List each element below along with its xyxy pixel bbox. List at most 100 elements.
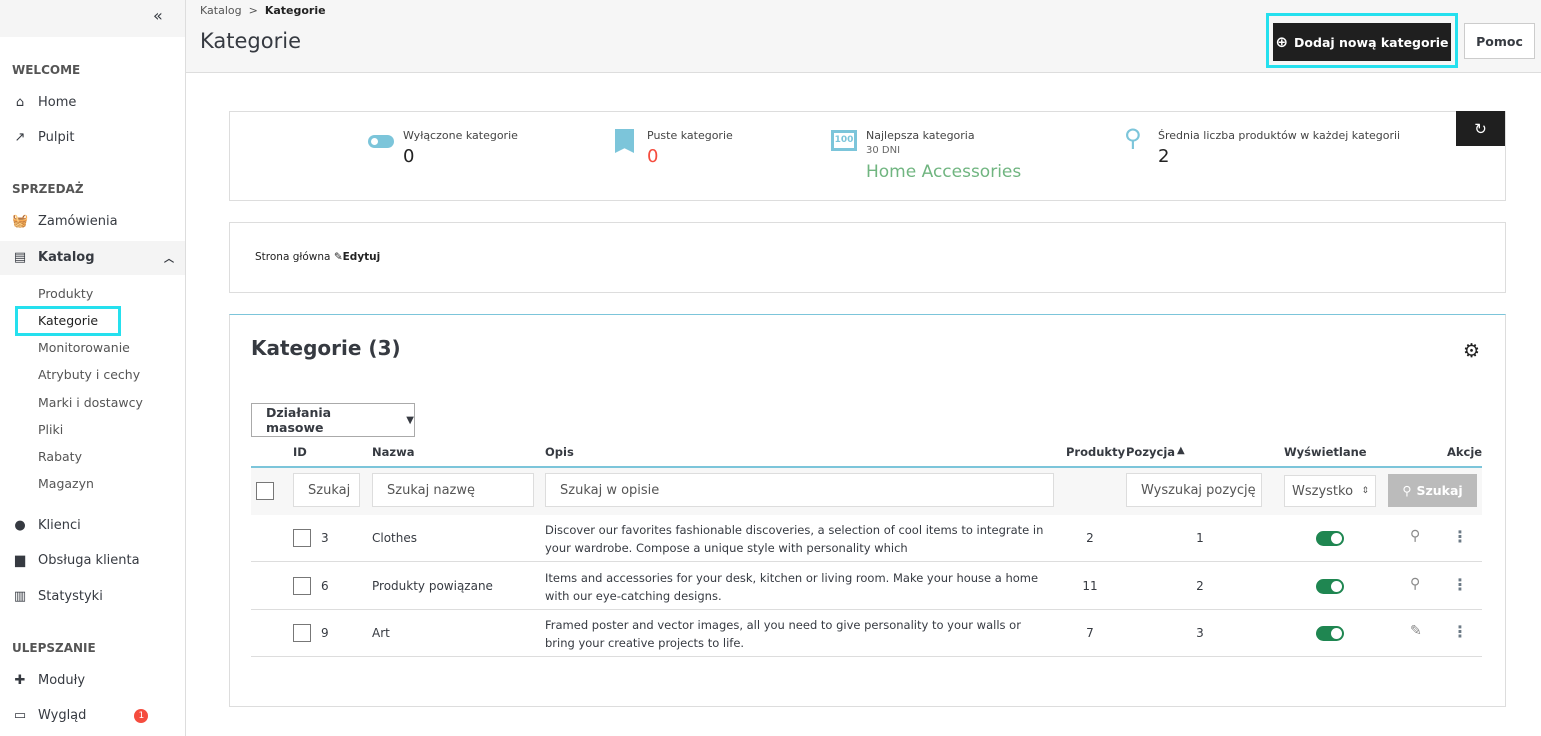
- row-id: 9: [321, 626, 329, 640]
- col-displayed[interactable]: Wyświetlane: [1284, 445, 1367, 459]
- col-desc[interactable]: Opis: [545, 445, 574, 459]
- notification-badge: 1: [134, 708, 149, 723]
- search-icon: ⚲: [1402, 483, 1412, 498]
- col-products[interactable]: Produkty: [1066, 445, 1125, 459]
- help-button[interactable]: Pomoc: [1464, 23, 1535, 59]
- kpi-label: Wyłączone kategorie: [403, 129, 518, 142]
- breadcrumb-catalog[interactable]: Katalog: [200, 4, 242, 17]
- id-filter-input[interactable]: Szukaj: [293, 473, 360, 507]
- label: Obsługa klienta: [38, 553, 140, 568]
- label: Szukaj: [1416, 483, 1463, 498]
- search-button[interactable]: ⚲ Szukaj: [1388, 474, 1477, 507]
- row-position[interactable]: 3: [1170, 626, 1230, 640]
- puzzle-icon: ✚: [14, 673, 26, 688]
- more-actions-icon[interactable]: ⋮: [1452, 622, 1468, 641]
- row-desc: Discover our favorites fashionable disco…: [545, 523, 1044, 555]
- col-position[interactable]: Pozycja: [1126, 445, 1175, 459]
- sidebar-item-support[interactable]: ▆ Obsługa klienta: [12, 553, 182, 568]
- account-icon: ●: [14, 518, 26, 533]
- col-name[interactable]: Nazwa: [372, 445, 414, 459]
- row-name: Produkty powiązane: [372, 578, 493, 593]
- home-row: Strona główna ✎Edytuj: [255, 251, 380, 263]
- row-desc: Items and accessories for your desk, kit…: [545, 570, 1039, 603]
- panel-title: Kategorie (3): [251, 336, 401, 360]
- row-position[interactable]: 2: [1170, 579, 1230, 593]
- label: Katalog: [38, 250, 95, 265]
- label: Pulpit: [38, 130, 75, 145]
- col-actions: Akcje: [1447, 445, 1483, 459]
- position-filter-input[interactable]: Wyszukaj pozycję: [1126, 473, 1262, 507]
- sub-monitoring[interactable]: Monitorowanie: [38, 340, 130, 355]
- more-actions-icon[interactable]: ⋮: [1452, 575, 1468, 594]
- edit-link[interactable]: Edytuj: [343, 251, 381, 263]
- name-filter-input[interactable]: Szukaj nazwę: [372, 473, 534, 507]
- displayed-toggle[interactable]: [1316, 626, 1344, 641]
- row-products: 2: [1086, 531, 1094, 545]
- add-category-button[interactable]: ⊕ Dodaj nową kategorie: [1273, 23, 1451, 61]
- section-sales: SPRZEDAŻ: [12, 182, 84, 196]
- displayed-toggle[interactable]: [1316, 531, 1344, 546]
- zoom-icon[interactable]: ⚲: [1410, 528, 1420, 544]
- monitor-icon: ▭: [13, 708, 27, 723]
- row-checkbox[interactable]: [293, 624, 311, 642]
- zoom-icon[interactable]: ⚲: [1410, 576, 1420, 592]
- label: Wygląd: [38, 708, 87, 723]
- label: Dodaj nową kategorie: [1294, 34, 1449, 50]
- select-arrows-icon: ⇕: [1361, 486, 1369, 496]
- kpi-value: 2: [1158, 146, 1170, 167]
- label: Statystyki: [38, 589, 103, 604]
- plus-circle-icon: ⊕: [1275, 33, 1289, 51]
- pencil-icon[interactable]: ✎: [1410, 623, 1422, 639]
- row-position[interactable]: 1: [1170, 531, 1230, 545]
- kpi-value: 0: [403, 146, 415, 167]
- home-category-card: [229, 222, 1506, 293]
- row-products: 11: [1082, 578, 1098, 593]
- row-products: 7: [1086, 626, 1094, 640]
- row-checkbox[interactable]: [293, 576, 311, 595]
- sidebar-item-modules[interactable]: ✚ Moduły: [12, 673, 182, 688]
- sidebar-item-customers[interactable]: ● Klienci: [12, 518, 182, 533]
- section-welcome: WELCOME: [12, 63, 81, 77]
- col-id[interactable]: ID: [293, 445, 307, 459]
- sidebar-item-catalog[interactable]: ▤ Katalog ︿: [12, 250, 182, 265]
- desc-filter-input[interactable]: Szukaj w opisie: [545, 473, 1054, 507]
- sidebar-item-design[interactable]: ▭ Wygląd 1: [12, 708, 182, 723]
- sidebar-item-home[interactable]: ⌂ Home: [12, 95, 182, 110]
- sort-asc-icon[interactable]: ▲: [1177, 445, 1185, 456]
- trending-up-icon: ↗: [14, 130, 26, 145]
- row-desc: Framed poster and vector images, all you…: [545, 618, 1021, 650]
- sidebar: « WELCOME ⌂ Home ↗ Pulpit SPRZEDAŻ 🧺 Zamówi…: [0, 0, 186, 736]
- more-actions-icon[interactable]: ⋮: [1452, 527, 1468, 546]
- sub-files[interactable]: Pliki: [38, 422, 63, 437]
- label: Home: [38, 95, 77, 110]
- toggle-icon: [368, 135, 394, 148]
- sub-products[interactable]: Produkty: [38, 286, 93, 301]
- row-name: Art: [372, 626, 390, 640]
- select-all-checkbox[interactable]: [256, 482, 274, 500]
- breadcrumb-separator: >: [248, 4, 258, 17]
- sub-attributes[interactable]: Atrybuty i cechy: [38, 367, 140, 382]
- kpi-label: Najlepsza kategoria: [866, 129, 975, 142]
- collapse-sidebar-icon[interactable]: «: [153, 6, 163, 25]
- sub-discounts[interactable]: Rabaty: [38, 449, 82, 464]
- label: Klienci: [38, 518, 81, 533]
- displayed-filter-select[interactable]: Wszystko ⇕: [1284, 475, 1376, 507]
- sidebar-item-pulpit[interactable]: ↗ Pulpit: [12, 130, 182, 145]
- home-label: Strona główna: [255, 251, 331, 263]
- sub-categories[interactable]: Kategorie: [38, 313, 98, 328]
- sub-brands[interactable]: Marki i dostawcy: [38, 395, 143, 410]
- displayed-toggle[interactable]: [1316, 578, 1344, 594]
- refresh-button[interactable]: ↻: [1456, 111, 1505, 146]
- breadcrumb: Katalog > Kategorie: [200, 4, 326, 17]
- kpi-value[interactable]: Home Accessories: [866, 162, 1021, 182]
- sub-stock[interactable]: Magazyn: [38, 476, 94, 491]
- kpi-card: [229, 111, 1506, 201]
- bulk-actions-dropdown[interactable]: Działania masowe ▼: [251, 403, 415, 437]
- counter-icon: 100: [831, 130, 857, 151]
- gear-icon[interactable]: ⚙: [1463, 340, 1480, 362]
- home-icon: ⌂: [15, 95, 25, 110]
- section-improve: ULEPSZANIE: [12, 641, 96, 655]
- sidebar-item-orders[interactable]: 🧺 Zamówienia: [12, 214, 182, 229]
- row-checkbox[interactable]: [293, 529, 311, 547]
- sidebar-item-stats[interactable]: ▥ Statystyki: [12, 589, 182, 604]
